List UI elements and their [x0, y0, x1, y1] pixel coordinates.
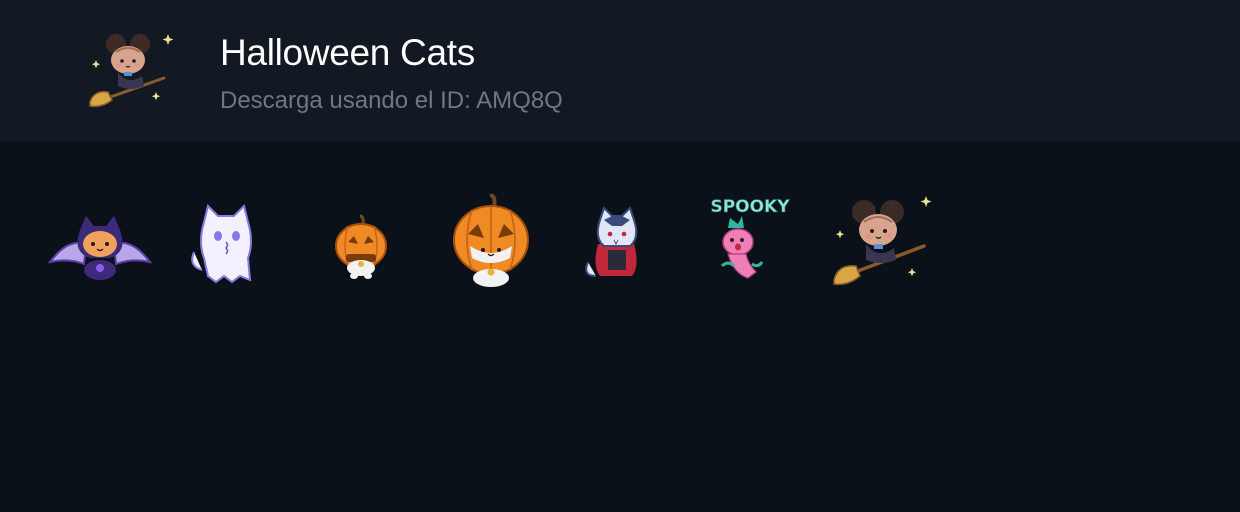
spooky-text: SPOOKY	[710, 197, 790, 217]
witch-cat-on-broom-sticker[interactable]	[832, 194, 932, 288]
pack-header: Halloween Cats Descarga usando el ID: AM…	[0, 0, 1240, 141]
pack-download-id: Descarga usando el ID: AMQ8Q	[220, 87, 563, 114]
ghost-cat-sticker[interactable]	[188, 202, 264, 286]
bat-cat-sticker[interactable]	[47, 212, 153, 282]
pack-title: Halloween Cats	[220, 32, 475, 73]
witch-cat-on-broom-icon[interactable]	[86, 28, 174, 112]
spooky-cat-sticker[interactable]: SPOOKY	[708, 194, 792, 286]
vampire-cat-sticker[interactable]	[582, 206, 650, 280]
large-pumpkin-cat-sticker[interactable]	[452, 193, 530, 290]
small-pumpkin-cat-sticker[interactable]	[334, 214, 388, 280]
